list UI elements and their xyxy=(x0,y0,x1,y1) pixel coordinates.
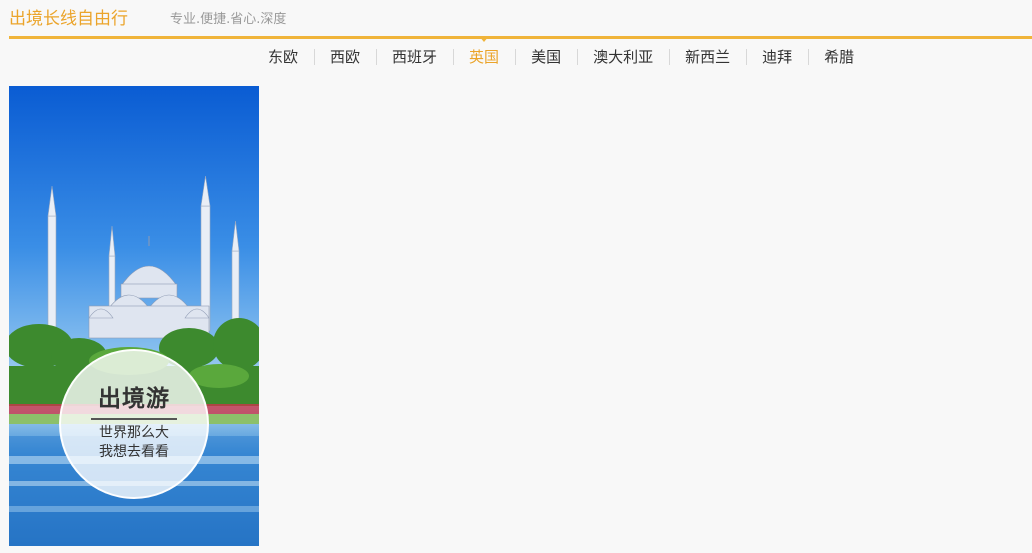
nav-item-dubai[interactable]: 迪拜 xyxy=(746,47,808,67)
badge-line-1: 世界那么大 xyxy=(99,425,169,441)
nav-item-australia[interactable]: 澳大利亚 xyxy=(577,47,669,67)
nav-item-uk[interactable]: 英国 xyxy=(453,36,515,67)
nav-item-west-europe[interactable]: 西欧 xyxy=(314,47,376,67)
badge-line-2: 我想去看看 xyxy=(99,444,169,460)
nav-item-usa[interactable]: 美国 xyxy=(515,47,577,67)
nav-item-uk-label: 英国 xyxy=(469,48,500,66)
brand-title[interactable]: 出境长线自由行 xyxy=(9,8,128,30)
nav-item-greece[interactable]: 希腊 xyxy=(808,47,870,67)
promo-banner[interactable]: 出境游 世界那么大 我想去看看 xyxy=(9,86,259,546)
header-bar: 出境长线自由行 专业.便捷.省心.深度 xyxy=(9,0,1032,39)
badge-title: 出境游 xyxy=(98,386,170,412)
active-caret-icon xyxy=(479,36,490,42)
nav-item-east-europe[interactable]: 东欧 xyxy=(252,47,314,67)
destination-nav: 东欧 西欧 西班牙 英国 美国 澳大利亚 新西兰 迪拜 希腊 xyxy=(252,36,1032,75)
nav-item-spain[interactable]: 西班牙 xyxy=(376,47,453,67)
nav-item-new-zealand[interactable]: 新西兰 xyxy=(669,47,746,67)
promo-badge: 出境游 世界那么大 我想去看看 xyxy=(59,349,209,499)
tagline: 专业.便捷.省心.深度 xyxy=(170,12,287,27)
badge-divider xyxy=(91,418,177,420)
